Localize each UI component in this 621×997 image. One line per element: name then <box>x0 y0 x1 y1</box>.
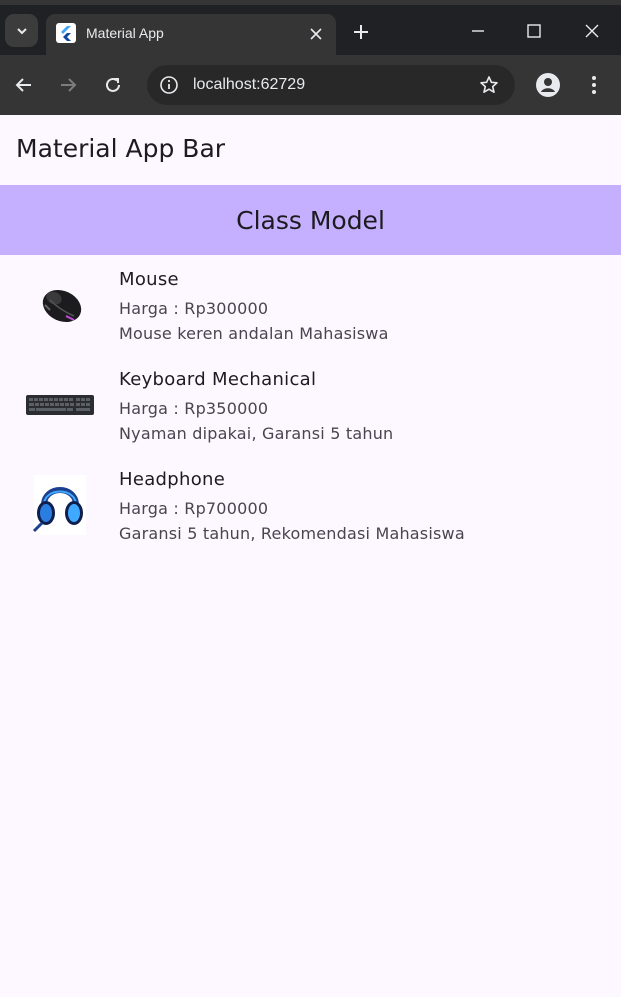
section-title: Class Model <box>236 205 385 235</box>
tab-title: Material App <box>86 25 164 41</box>
browser-menu-button[interactable] <box>580 71 608 99</box>
tab-strip: Material App <box>0 5 621 55</box>
list-item[interactable]: Headphone Harga : Rp700000 Garansi 5 tah… <box>0 455 621 555</box>
profile-icon <box>536 73 560 97</box>
tab-search-button[interactable] <box>5 14 38 47</box>
plus-icon <box>354 25 368 39</box>
item-description: Garansi 5 tahun, Rekomendasi Mahasiswa <box>119 524 465 543</box>
product-list: Mouse Harga : Rp300000 Mouse keren andal… <box>0 255 621 555</box>
item-price: Harga : Rp700000 <box>119 499 269 518</box>
arrow-left-icon <box>15 78 31 92</box>
item-title: Headphone <box>119 469 226 490</box>
list-item[interactable]: Keyboard Mechanical Harga : Rp350000 Nya… <box>0 355 621 455</box>
address-bar[interactable]: localhost:62729 <box>147 65 515 105</box>
maximize-button[interactable] <box>511 13 557 49</box>
close-icon <box>310 28 322 40</box>
tab-close-button[interactable] <box>302 20 330 48</box>
item-price: Harga : Rp300000 <box>119 299 269 318</box>
chevron-down-icon <box>16 27 27 34</box>
more-vert-icon <box>592 76 596 94</box>
profile-button[interactable] <box>534 71 562 99</box>
item-title: Mouse <box>119 269 179 290</box>
minimize-icon <box>472 30 484 32</box>
close-window-button[interactable] <box>569 13 615 49</box>
reload-button[interactable] <box>98 70 128 100</box>
forward-button[interactable] <box>53 70 83 100</box>
arrow-right-icon <box>61 78 77 92</box>
browser-chrome: Material App localhost:62729 <box>0 0 621 115</box>
section-header: Class Model <box>0 185 621 255</box>
reload-icon <box>106 77 120 92</box>
headphone-image <box>26 475 94 535</box>
flutter-icon <box>56 23 76 43</box>
browser-toolbar: localhost:62729 <box>0 55 621 115</box>
close-icon <box>585 24 599 38</box>
item-price: Harga : Rp350000 <box>119 399 269 418</box>
maximize-icon <box>527 24 541 38</box>
bookmark-star-icon[interactable] <box>477 73 501 97</box>
item-title: Keyboard Mechanical <box>119 369 317 390</box>
new-tab-button[interactable] <box>346 17 376 47</box>
minimize-button[interactable] <box>455 13 501 49</box>
back-button[interactable] <box>9 70 39 100</box>
browser-tab[interactable]: Material App <box>46 14 336 55</box>
url-text: localhost:62729 <box>193 76 306 93</box>
app-bar: Material App Bar <box>0 115 621 185</box>
keyboard-image <box>26 375 94 435</box>
site-info-icon[interactable] <box>157 73 181 97</box>
list-item[interactable]: Mouse Harga : Rp300000 Mouse keren andal… <box>0 255 621 355</box>
app-bar-title: Material App Bar <box>16 134 226 163</box>
item-description: Mouse keren andalan Mahasiswa <box>119 324 389 343</box>
mouse-image <box>26 275 94 335</box>
item-description: Nyaman dipakai, Garansi 5 tahun <box>119 424 394 443</box>
